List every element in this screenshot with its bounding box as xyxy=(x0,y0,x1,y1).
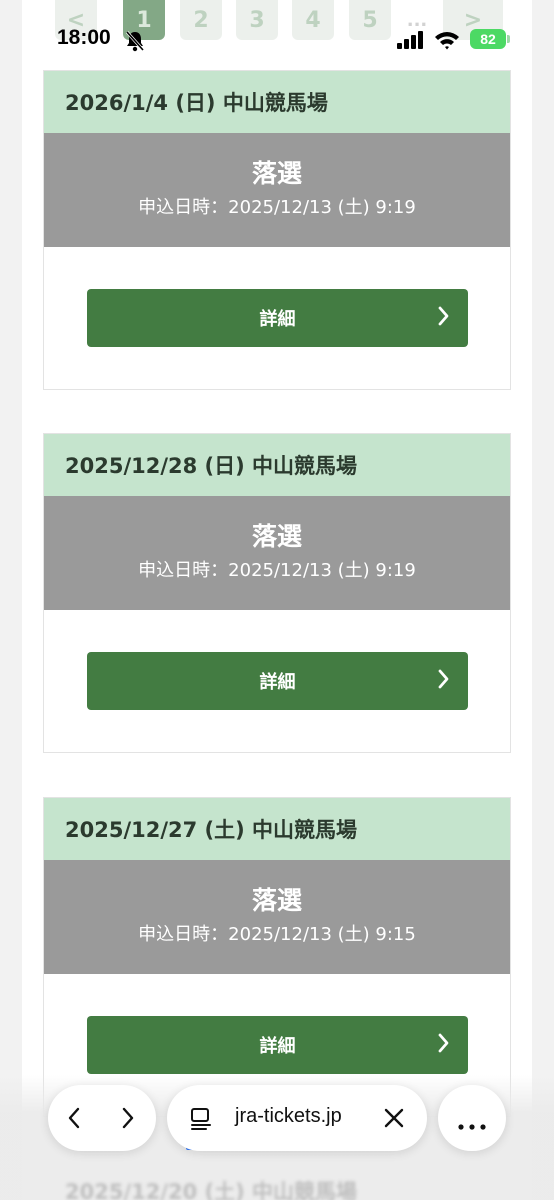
application-datetime: 申込日時：2025/12/13 (土) 9:15 xyxy=(138,924,416,945)
forward-icon[interactable] xyxy=(120,1106,136,1134)
battery-icon: 82 xyxy=(470,29,506,49)
card-header: 2026/1/4 (日) 中山競馬場 xyxy=(44,71,510,133)
signal-icon xyxy=(397,31,425,53)
result-status: 落選 xyxy=(251,522,302,551)
application-card: 2025/12/28 (日) 中山競馬場 落選 申込日時：2025/12/13 … xyxy=(43,433,511,753)
battery-tip xyxy=(507,35,510,43)
detail-button[interactable]: 詳細 xyxy=(87,289,468,347)
wifi-icon xyxy=(434,30,460,54)
status-time: 18:00 xyxy=(57,26,111,49)
navigation-pill xyxy=(48,1085,156,1151)
detail-button[interactable]: 詳細 xyxy=(87,652,468,710)
url-text[interactable]: jra-tickets.jp xyxy=(235,1105,342,1128)
detail-button[interactable]: 詳細 xyxy=(87,1016,468,1074)
result-status: 落選 xyxy=(251,886,302,915)
application-datetime: 申込日時：2025/12/13 (土) 9:19 xyxy=(138,560,416,581)
application-card: 2025/12/27 (土) 中山競馬場 落選 申込日時：2025/12/13 … xyxy=(43,797,511,1117)
status-bar: 18:00 82 xyxy=(0,26,554,56)
card-header: 2025/12/28 (日) 中山競馬場 xyxy=(44,434,510,496)
card-body: 詳細 xyxy=(44,610,510,752)
address-bar[interactable]: jra-tickets.jp xyxy=(167,1085,427,1151)
chevron-right-icon xyxy=(438,1033,450,1058)
chevron-right-icon xyxy=(438,669,450,694)
detail-button-label: 詳細 xyxy=(259,672,296,693)
tabs-icon[interactable] xyxy=(189,1107,213,1135)
more-icon[interactable] xyxy=(458,1115,486,1134)
partial-card-header: 2025/12/20 (土) 中山競馬場 xyxy=(65,1180,358,1200)
result-panel: 落選 申込日時：2025/12/13 (土) 9:15 xyxy=(44,860,510,974)
bell-slash-icon xyxy=(125,30,145,56)
card-body: 詳細 xyxy=(44,247,510,389)
detail-button-label: 詳細 xyxy=(259,1036,296,1057)
back-icon[interactable] xyxy=(66,1106,82,1134)
application-datetime: 申込日時：2025/12/13 (土) 9:19 xyxy=(138,197,416,218)
result-panel: 落選 申込日時：2025/12/13 (土) 9:19 xyxy=(44,496,510,610)
close-icon[interactable] xyxy=(383,1107,405,1133)
application-card: 2026/1/4 (日) 中山競馬場 落選 申込日時：2025/12/13 (土… xyxy=(43,70,511,390)
result-panel: 落選 申込日時：2025/12/13 (土) 9:19 xyxy=(44,133,510,247)
chevron-right-icon xyxy=(438,306,450,331)
card-header: 2025/12/27 (土) 中山競馬場 xyxy=(44,798,510,860)
more-button[interactable] xyxy=(438,1085,506,1151)
result-status: 落選 xyxy=(251,159,302,188)
detail-button-label: 詳細 xyxy=(259,309,296,330)
